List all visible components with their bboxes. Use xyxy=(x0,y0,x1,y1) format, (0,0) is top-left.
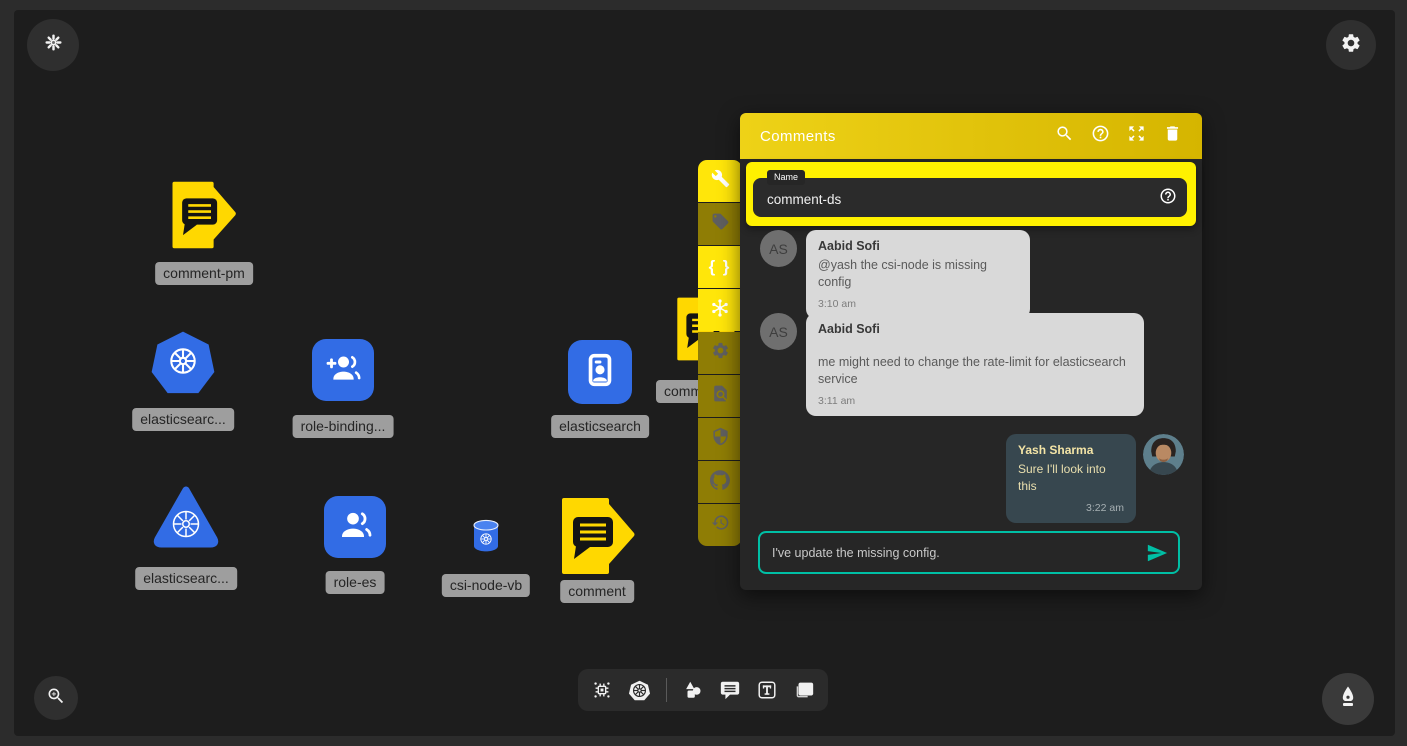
pen-tool-button[interactable] xyxy=(1322,673,1374,725)
graph-tool-icon[interactable] xyxy=(591,679,613,701)
github-icon xyxy=(710,470,730,495)
storage-cylinder-icon xyxy=(471,540,501,557)
braces-tool-button[interactable]: { } xyxy=(698,246,742,288)
message-author: Aabid Sofi xyxy=(818,322,1132,336)
hub-icon xyxy=(709,297,731,324)
braces-icon: { } xyxy=(709,257,732,277)
panel-title: Comments xyxy=(760,128,1055,145)
gear-tool-button[interactable] xyxy=(698,332,742,374)
node-label[interactable]: role-es xyxy=(326,571,385,594)
gear-icon xyxy=(711,341,730,365)
chat-input-container xyxy=(758,531,1180,574)
node-label[interactable]: role-binding... xyxy=(293,415,394,438)
help-icon[interactable] xyxy=(1091,124,1110,148)
hub-tool-button[interactable] xyxy=(698,289,742,331)
tag-icon xyxy=(711,212,730,236)
node-action-toolbar: { } xyxy=(698,160,742,547)
settings-button[interactable] xyxy=(1326,20,1376,70)
avatar: AS xyxy=(760,230,797,267)
help-icon[interactable] xyxy=(1159,187,1177,210)
file-search-icon xyxy=(711,384,730,408)
node-label[interactable]: elasticsearc... xyxy=(132,408,234,431)
node-comment-pm[interactable] xyxy=(168,180,240,255)
shapes-tool-icon[interactable] xyxy=(682,679,704,701)
send-icon[interactable] xyxy=(1146,542,1168,569)
chat-message: Yash Sharma Sure I'll look into this 3:2… xyxy=(1006,434,1184,523)
node-role-binding[interactable] xyxy=(312,339,374,401)
message-time: 3:10 am xyxy=(818,298,1018,310)
node-csi-node-vb[interactable] xyxy=(471,519,501,558)
wrench-icon xyxy=(711,169,730,193)
history-tool-button[interactable] xyxy=(698,504,742,546)
node-elasticsearch-serviceaccount[interactable] xyxy=(568,340,632,404)
message-author: Aabid Sofi xyxy=(818,239,1018,253)
yash-avatar-photo xyxy=(1143,434,1184,475)
search-icon[interactable] xyxy=(1055,124,1074,148)
history-icon xyxy=(711,513,730,537)
wrench-tool-button[interactable] xyxy=(698,160,742,202)
github-tool-button[interactable] xyxy=(698,461,742,503)
message-text: me might need to change the rate-limit f… xyxy=(818,354,1132,388)
node-role-es[interactable] xyxy=(324,496,386,558)
comments-panel: Comments Name AS Aabid Sofi @yash the cs… xyxy=(740,113,1202,590)
shield-tool-button[interactable] xyxy=(698,418,742,460)
flower-icon xyxy=(43,32,64,58)
node-label[interactable]: comment xyxy=(560,580,634,603)
name-field-highlight: Name xyxy=(746,162,1196,226)
message-time: 3:11 am xyxy=(818,395,1132,407)
name-input[interactable] xyxy=(753,178,1187,217)
node-comment[interactable] xyxy=(560,496,636,581)
chat-message: AS Aabid Sofi @yash the csi-node is miss… xyxy=(760,230,1030,319)
chat-input[interactable] xyxy=(760,533,1178,572)
zoom-in-icon xyxy=(46,686,66,711)
comment-tool-icon[interactable] xyxy=(719,679,741,701)
message-text: @yash the csi-node is missing config xyxy=(818,257,1018,291)
toolbar-divider xyxy=(666,678,667,702)
app-logo-button[interactable] xyxy=(27,19,79,71)
kubernetes-tool-icon[interactable] xyxy=(628,679,651,702)
kubernetes-icon xyxy=(164,342,202,385)
pen-nib-icon xyxy=(1336,685,1360,714)
message-time: 3:22 am xyxy=(1018,502,1124,514)
canvas-tools-toolbar xyxy=(578,669,828,711)
expand-icon[interactable] xyxy=(1127,124,1146,148)
avatar: AS xyxy=(760,313,797,350)
delete-icon[interactable] xyxy=(1163,124,1182,148)
node-label[interactable]: elasticsearc... xyxy=(135,567,237,590)
name-field-label: Name xyxy=(767,170,805,185)
comment-node-icon xyxy=(168,237,240,254)
comment-node-icon xyxy=(560,563,636,580)
message-author: Yash Sharma xyxy=(1018,443,1124,457)
node-label[interactable]: elasticsearch xyxy=(551,415,649,438)
chat-message: AS Aabid Sofi me might need to change th… xyxy=(760,313,1144,416)
file-search-tool-button[interactable] xyxy=(698,375,742,417)
gear-icon xyxy=(1340,32,1362,59)
comments-panel-header[interactable]: Comments xyxy=(740,113,1202,159)
text-tool-icon[interactable] xyxy=(756,679,778,701)
kubernetes-triangle-icon xyxy=(151,539,221,556)
zoom-in-button[interactable] xyxy=(34,676,78,720)
service-account-badge-icon xyxy=(579,349,621,396)
tag-tool-button[interactable] xyxy=(698,203,742,245)
shield-icon xyxy=(711,427,730,451)
message-text: Sure I'll look into this xyxy=(1018,461,1124,495)
node-elasticsearch-triangle[interactable] xyxy=(151,482,221,557)
node-label[interactable]: csi-node-vb xyxy=(442,574,530,597)
node-label[interactable]: comment-pm xyxy=(155,262,253,285)
role-icon xyxy=(335,505,375,550)
role-binding-icon xyxy=(323,348,363,393)
page-tool-icon[interactable] xyxy=(793,679,815,701)
